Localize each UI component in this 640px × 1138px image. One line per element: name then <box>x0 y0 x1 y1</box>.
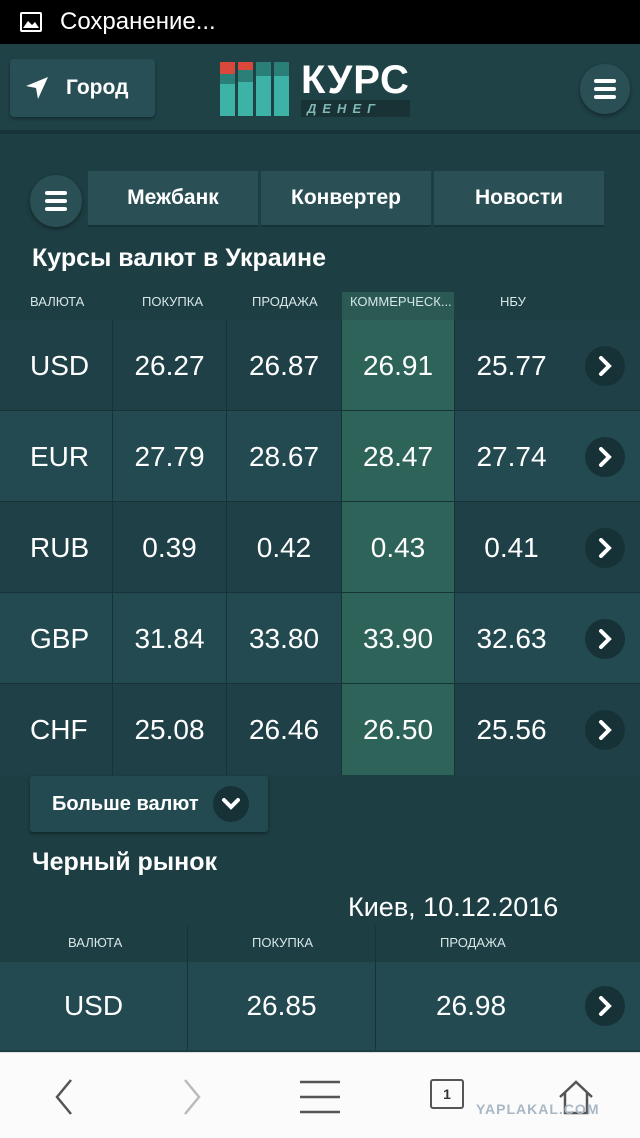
row-details-button[interactable] <box>585 619 625 659</box>
table-row[interactable]: USD 26.85 26.98 <box>0 962 640 1050</box>
cell-commercial: 33.90 <box>342 593 454 684</box>
col-currency: ВАЛЮТА <box>30 294 85 309</box>
cell-currency: RUB <box>30 531 90 563</box>
divider <box>375 926 376 1050</box>
nav-tabs: Межбанк Конвертер Новости <box>88 171 604 227</box>
col-buy: ПОКУПКА <box>142 294 204 309</box>
chevron-right-icon <box>599 629 612 649</box>
cell-currency: EUR <box>30 440 90 472</box>
rates-table: USD 26.27 26.87 26.91 25.77 EUR 27.79 28… <box>0 320 640 775</box>
image-icon <box>20 12 42 32</box>
table-row[interactable]: EUR 27.79 28.67 28.47 27.74 <box>0 411 640 502</box>
row-details-button[interactable] <box>585 528 625 568</box>
cell-buy: 0.39 <box>142 531 197 563</box>
city-label: Город <box>66 76 129 99</box>
row-details-button[interactable] <box>585 437 625 477</box>
col-sell: ПРОДАЖА <box>440 935 506 950</box>
tab-mezhbank[interactable]: Межбанк <box>88 171 258 227</box>
divider <box>187 926 188 1050</box>
section-menu-button[interactable] <box>30 175 82 227</box>
status-text: Сохранение... <box>60 8 216 35</box>
table-row[interactable]: GBP 31.84 33.80 33.90 32.63 <box>0 593 640 684</box>
cell-sell: 33.80 <box>248 622 320 654</box>
hamburger-icon <box>300 1080 340 1114</box>
cell-nbu: 0.41 <box>484 531 539 563</box>
cell-buy: 26.85 <box>246 990 317 1021</box>
cell-sell: 0.42 <box>256 531 312 563</box>
chevron-right-icon <box>599 538 612 558</box>
main-menu-button[interactable] <box>580 64 630 114</box>
cell-currency: USD <box>63 990 124 1021</box>
cell-buy: 25.08 <box>134 713 205 745</box>
forward-button[interactable] <box>168 1073 216 1121</box>
cell-nbu: 25.77 <box>476 349 547 381</box>
city-button[interactable]: Город <box>10 59 155 117</box>
col-currency: ВАЛЮТА <box>68 935 123 950</box>
back-button[interactable] <box>40 1073 88 1121</box>
cell-nbu: 25.56 <box>476 713 547 745</box>
logo-text: КУРС <box>301 58 410 102</box>
cell-sell: 26.87 <box>248 349 320 381</box>
tabs-button[interactable]: 1 <box>430 1079 464 1109</box>
table-row[interactable]: RUB 0.39 0.42 0.43 0.41 <box>0 502 640 593</box>
row-details-button[interactable] <box>585 710 625 750</box>
cell-buy: 26.27 <box>134 349 205 381</box>
cell-commercial: 0.43 <box>342 502 454 593</box>
table-row[interactable]: CHF 25.08 26.46 26.50 25.56 <box>0 684 640 775</box>
more-currencies-label: Больше валют <box>52 792 199 815</box>
browser-menu-button[interactable] <box>296 1073 344 1121</box>
more-currencies-button[interactable]: Больше валют <box>30 776 268 832</box>
chevron-right-icon <box>599 720 612 740</box>
chevron-right-icon <box>599 996 612 1016</box>
chevron-right-icon <box>184 1079 201 1115</box>
cell-commercial: 26.50 <box>342 684 454 775</box>
chevron-left-icon <box>55 1079 72 1115</box>
col-buy: ПОКУПКА <box>252 935 314 950</box>
row-details-button[interactable] <box>585 346 625 386</box>
cell-currency: GBP <box>30 622 90 654</box>
cell-buy: 31.84 <box>134 622 205 654</box>
logo-bars-icon <box>220 62 289 116</box>
chevron-right-icon <box>599 447 612 467</box>
cell-commercial: 26.91 <box>342 320 454 411</box>
chevron-down-icon <box>212 786 249 822</box>
status-bar: Сохранение... <box>0 0 640 44</box>
tab-news[interactable]: Новости <box>434 171 604 227</box>
watermark: YAPLAKAL.COM <box>476 1101 600 1117</box>
location-date: Киев, 10.12.2016 <box>348 892 559 922</box>
location-arrow-icon <box>26 77 48 99</box>
table-row[interactable]: USD 26.27 26.87 26.91 25.77 <box>0 320 640 411</box>
chevron-right-icon <box>599 356 612 376</box>
row-details-button[interactable] <box>585 986 625 1026</box>
black-market-title: Черный рынок <box>32 848 218 876</box>
site-header: Город КУРС ДЕНЕГ <box>0 44 640 134</box>
cell-nbu: 32.63 <box>476 622 547 654</box>
cell-currency: USD <box>30 349 90 381</box>
cell-sell: 26.98 <box>435 990 507 1021</box>
black-market-header: ВАЛЮТА ПОКУПКА ПРОДАЖА <box>0 926 640 960</box>
tab-converter[interactable]: Конвертер <box>261 171 431 227</box>
browser-toolbar: 1 YAPLAKAL.COM <box>0 1052 640 1138</box>
rates-title: Курсы валют в Украине <box>32 244 327 272</box>
cell-commercial: 28.47 <box>342 411 454 502</box>
rates-table-header: ВАЛЮТА ПОКУПКА ПРОДАЖА КОММЕРЧЕСК... НБУ <box>0 284 640 320</box>
col-sell: ПРОДАЖА <box>252 294 318 309</box>
cell-nbu: 27.74 <box>476 440 547 472</box>
hamburger-icon <box>594 79 616 99</box>
cell-currency: CHF <box>30 713 88 745</box>
cell-buy: 27.79 <box>134 440 205 472</box>
hamburger-icon <box>45 191 67 211</box>
logo-subtext: ДЕНЕГ <box>301 100 410 117</box>
cell-sell: 26.46 <box>248 713 320 745</box>
col-commercial: КОММЕРЧЕСК... <box>350 294 452 309</box>
logo[interactable]: КУРС ДЕНЕГ <box>220 58 410 118</box>
cell-sell: 28.67 <box>248 440 320 472</box>
col-nbu: НБУ <box>500 294 526 309</box>
